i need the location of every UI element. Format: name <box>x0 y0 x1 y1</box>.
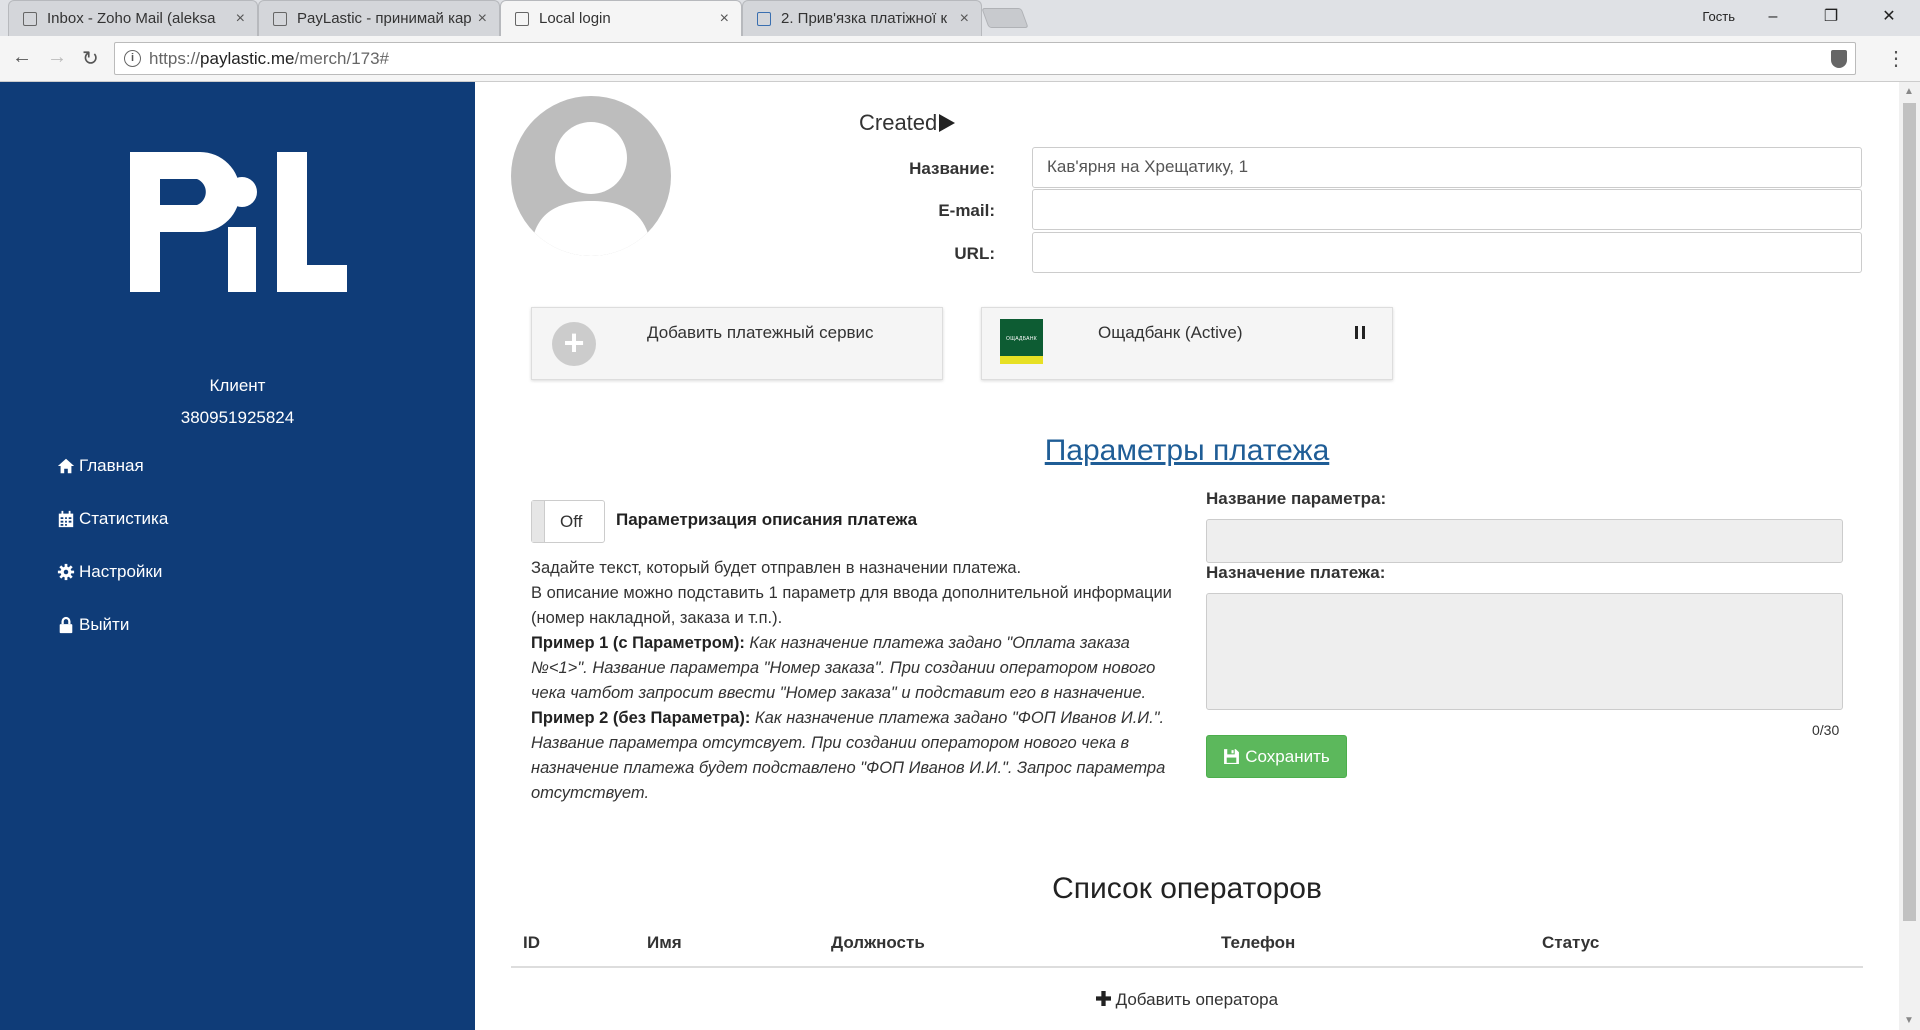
tab-title: 2. Прив'язка платіжної к <box>781 10 948 27</box>
email-label: E-mail: <box>938 201 995 220</box>
sidebar-item-label: Выйти <box>79 615 130 634</box>
lock-icon <box>59 616 73 634</box>
close-tab-icon[interactable]: × <box>720 1 729 36</box>
info-icon[interactable]: i <box>124 50 141 67</box>
sidebar-item-label: Настройки <box>79 562 163 581</box>
url-field[interactable] <box>1032 232 1862 273</box>
avatar[interactable] <box>511 96 671 256</box>
page-icon <box>273 12 287 26</box>
main-content: Created Название: Кав'ярня на Хрещатику,… <box>475 82 1899 1030</box>
plus-icon <box>1095 991 1111 1006</box>
payment-description-help: Задайте текст, который будет отправлен в… <box>531 556 1191 806</box>
calendar-icon <box>58 510 74 528</box>
user-silhouette-icon <box>531 122 651 256</box>
merchant-status: Created <box>859 110 956 136</box>
merchant-name-field[interactable]: Кав'ярня на Хрещатику, 1 <box>1032 147 1862 188</box>
site-favicon-icon <box>757 12 771 26</box>
sidebar-item-settings[interactable]: Настройки <box>57 562 162 582</box>
col-status[interactable]: Статус <box>1542 933 1599 953</box>
sidebar-item-label: Статистика <box>79 509 169 528</box>
example-2: Пример 2 (без Параметра): Как назначение… <box>531 709 1166 802</box>
help-line: В описание можно подставить 1 параметр д… <box>531 584 1172 627</box>
toggle-label: Параметризация описания платежа <box>616 510 918 529</box>
param-name-label: Название параметра: <box>1206 489 1387 508</box>
toggle-state-label: Off <box>560 512 583 531</box>
reload-icon[interactable]: ↻ <box>82 46 99 71</box>
address-bar-row: ← → ↻ i https://paylastic.me/merch/173# … <box>0 36 1920 82</box>
parametrization-toggle[interactable]: Off <box>531 500 605 543</box>
browser-tab-privyazka[interactable]: 2. Прив'язка платіжної к × <box>742 0 982 36</box>
window-close-icon[interactable]: ✕ <box>1864 0 1914 36</box>
tab-title: Local login <box>539 10 611 27</box>
tab-title: Inbox - Zoho Mail (aleksa <box>47 10 216 27</box>
play-icon[interactable] <box>939 114 956 132</box>
browser-tab-paylastic[interactable]: PayLastic - принимай кар × <box>258 0 500 36</box>
add-payment-service-card[interactable]: + Добавить платежный сервис <box>531 307 943 380</box>
col-position[interactable]: Должность <box>831 933 925 953</box>
purpose-label: Назначение платежа: <box>1206 563 1386 582</box>
help-line: Задайте текст, который будет отправлен в… <box>531 559 1022 577</box>
shield-icon[interactable] <box>1831 50 1847 68</box>
status-text: Created <box>859 110 938 135</box>
floppy-disk-icon <box>1224 749 1240 764</box>
save-label: Сохранить <box>1245 746 1330 766</box>
add-operator-label: Добавить оператора <box>1115 990 1279 1009</box>
minimize-icon[interactable]: – <box>1748 0 1798 36</box>
sidebar-item-label: Главная <box>79 456 144 475</box>
col-id[interactable]: ID <box>523 933 540 953</box>
scroll-up-icon[interactable]: ▲ <box>1904 86 1914 97</box>
url-text: https://paylastic.me/merch/173# <box>149 49 390 68</box>
mail-icon <box>23 12 37 26</box>
paylastic-logo <box>130 152 347 292</box>
client-label: Клиент <box>209 376 266 395</box>
browser-tab-local-login[interactable]: Local login × <box>500 0 742 36</box>
sidebar-item-logout[interactable]: Выйти <box>57 615 129 635</box>
bank-service-label: Ощадбанк (Active) <box>1098 323 1243 342</box>
col-name[interactable]: Имя <box>647 933 682 953</box>
scroll-down-icon[interactable]: ▼ <box>1904 1015 1914 1026</box>
page-icon <box>515 12 529 26</box>
guest-profile-label[interactable]: Гость <box>1702 9 1735 24</box>
url-label: URL: <box>954 244 995 263</box>
char-counter: 0/30 <box>1812 722 1840 738</box>
toggle-knob <box>532 501 545 542</box>
close-tab-icon[interactable]: × <box>236 1 245 36</box>
plus-circle-icon: + <box>552 322 596 366</box>
oschadbank-logo: ОЩАДБАНК <box>1000 319 1043 364</box>
add-service-label: Добавить платежный сервис <box>647 323 874 342</box>
table-header-divider <box>511 966 1863 968</box>
new-tab-button[interactable] <box>981 8 1029 28</box>
restore-icon[interactable]: ❐ <box>1806 0 1856 36</box>
sidebar-item-home[interactable]: Главная <box>57 456 144 476</box>
add-operator-button[interactable]: Добавить оператора <box>475 990 1899 1010</box>
sidebar-item-statistics[interactable]: Статистика <box>57 509 168 529</box>
bank-service-card[interactable]: ОЩАДБАНК Ощадбанк (Active) <box>981 307 1393 380</box>
name-label: Название: <box>909 159 995 178</box>
email-field[interactable] <box>1032 189 1862 230</box>
url-input[interactable]: i https://paylastic.me/merch/173# <box>114 42 1856 75</box>
scrollbar-thumb[interactable] <box>1903 103 1916 921</box>
purpose-textarea[interactable] <box>1206 593 1843 710</box>
example-1: Пример 1 (с Параметром): Как назначение … <box>531 634 1156 702</box>
payment-params-title-link[interactable]: Параметры платежа <box>475 434 1899 468</box>
back-arrow-icon[interactable]: ← <box>12 46 32 69</box>
forward-arrow-icon[interactable]: → <box>47 46 67 69</box>
page-scrollbar[interactable]: ▲ ▼ <box>1899 82 1920 1030</box>
close-tab-icon[interactable]: × <box>478 1 487 36</box>
operators-title: Список операторов <box>1052 872 1322 905</box>
client-phone: 380951925824 <box>180 408 295 427</box>
gear-icon <box>57 563 75 581</box>
save-button[interactable]: Сохранить <box>1206 735 1347 778</box>
browser-tab-bar: Inbox - Zoho Mail (aleksa × PayLastic - … <box>0 0 1920 36</box>
home-icon <box>57 458 75 474</box>
col-phone[interactable]: Телефон <box>1221 933 1295 953</box>
close-tab-icon[interactable]: × <box>960 1 969 36</box>
sidebar: Клиент 380951925824 Главная Статистика Н… <box>0 82 475 1030</box>
pause-icon[interactable] <box>1355 326 1365 339</box>
browser-tab-zoho[interactable]: Inbox - Zoho Mail (aleksa × <box>8 0 258 36</box>
tab-title: PayLastic - принимай кар <box>297 10 472 27</box>
menu-kebab-icon[interactable]: ⋮ <box>1886 46 1906 71</box>
param-name-field[interactable] <box>1206 519 1843 563</box>
